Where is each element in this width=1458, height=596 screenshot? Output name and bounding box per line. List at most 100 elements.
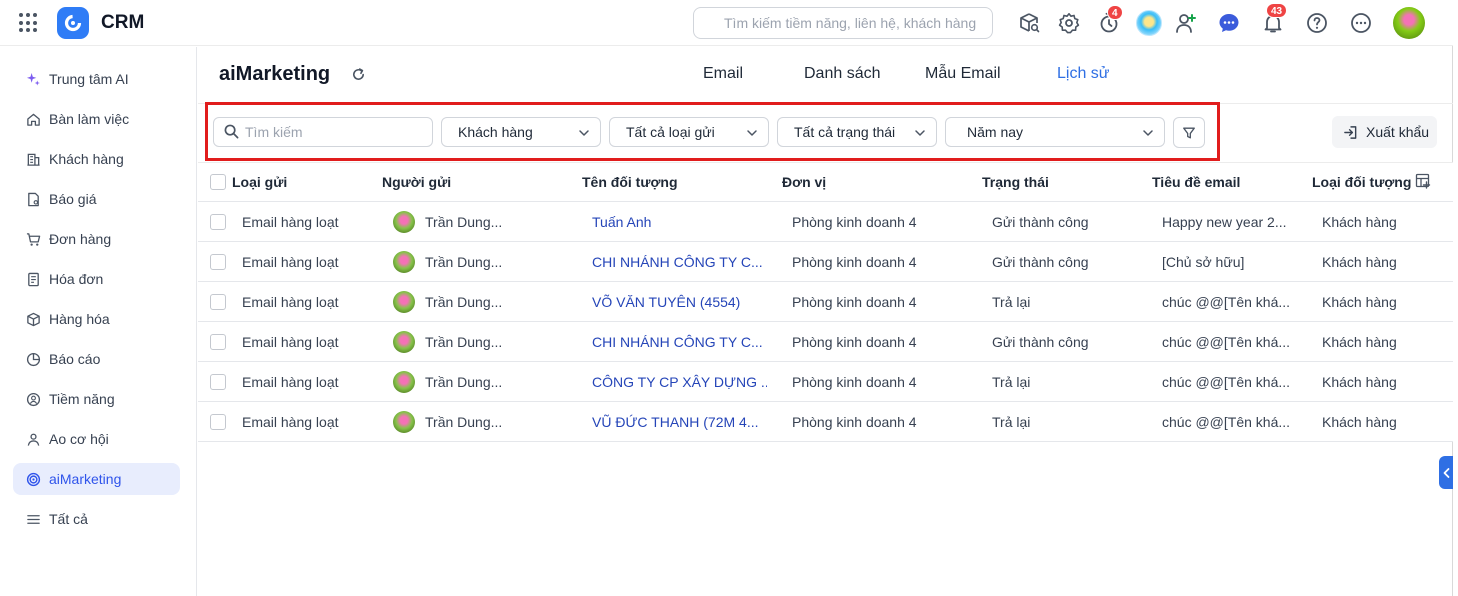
- cell-sender: Trần Dung...: [425, 254, 503, 270]
- collapse-panel-button[interactable]: [1439, 456, 1453, 489]
- filter-search-input[interactable]: [213, 117, 433, 147]
- column-settings-icon[interactable]: [1415, 173, 1431, 189]
- cell-sender: Trần Dung...: [425, 214, 503, 230]
- cell-target-type: Khách hàng: [1322, 414, 1397, 430]
- settings-gear-icon[interactable]: [1057, 11, 1081, 35]
- sidebar-item-products[interactable]: Hàng hóa: [13, 303, 180, 335]
- notification-badge: 43: [1266, 3, 1288, 18]
- table-row[interactable]: Email hàng loạt Trần Dung... CÔNG TY CP XÂ…: [198, 362, 1453, 402]
- chat-bubble-icon[interactable]: [1217, 11, 1241, 35]
- cell-send-type: Email hàng loạt: [242, 374, 339, 390]
- select-all-checkbox[interactable]: [210, 174, 226, 190]
- column-header-subject[interactable]: Tiêu đề email: [1152, 174, 1240, 190]
- cell-sender: Trần Dung...: [425, 334, 503, 350]
- more-options-icon[interactable]: [1349, 11, 1373, 35]
- cell-send-type: Email hàng loạt: [242, 294, 339, 310]
- cell-target[interactable]: Tuấn Anh: [592, 214, 651, 230]
- sidebar-item-workspace[interactable]: Bàn làm việc: [13, 103, 180, 135]
- target-person-icon: [25, 391, 41, 407]
- cell-target[interactable]: CHI NHÁNH CÔNG TY C...: [592, 334, 763, 350]
- package-search-icon[interactable]: [1017, 11, 1041, 35]
- table-row[interactable]: Email hàng loạt Trần Dung... VŨ ĐỨC THANH …: [198, 402, 1453, 442]
- column-header-unit[interactable]: Đơn vị: [782, 174, 826, 190]
- cell-status: Gửi thành công: [992, 334, 1089, 350]
- row-checkbox[interactable]: [210, 374, 226, 390]
- cell-target[interactable]: CÔNG TY CP XÂY DỰNG ...: [592, 374, 767, 390]
- column-header-send-type[interactable]: Loại gửi: [232, 174, 287, 190]
- cell-target-type: Khách hàng: [1322, 254, 1397, 270]
- sidebar-item-label: Trung tâm AI: [49, 71, 129, 87]
- cell-unit: Phòng kinh doanh 4: [792, 214, 917, 230]
- cell-subject: chúc @@[Tên khá...: [1162, 294, 1291, 310]
- cell-unit: Phòng kinh doanh 4: [792, 414, 917, 430]
- table-row[interactable]: Email hàng loạt Trần Dung... CHI NHÁNH CÔN…: [198, 242, 1453, 282]
- table-row[interactable]: Email hàng loạt Trần Dung... VÕ VĂN TUYÊN …: [198, 282, 1453, 322]
- cell-unit: Phòng kinh doanh 4: [792, 294, 917, 310]
- row-checkbox[interactable]: [210, 214, 226, 230]
- column-header-target[interactable]: Tên đối tượng: [582, 174, 678, 190]
- column-header-sender[interactable]: Người gửi: [382, 174, 451, 190]
- global-search-input[interactable]: [693, 7, 993, 39]
- column-header-status[interactable]: Trạng thái: [982, 174, 1049, 190]
- cell-sender: Trần Dung...: [425, 374, 503, 390]
- column-header-target-type[interactable]: Loại đối tượng: [1312, 174, 1411, 190]
- cell-subject: chúc @@[Tên khá...: [1162, 414, 1291, 430]
- tab-email[interactable]: Email: [703, 65, 743, 83]
- sidebar-item-opportunities[interactable]: Ao cơ hội: [13, 423, 180, 455]
- sidebar-item-label: Khách hàng: [49, 151, 124, 167]
- status-dropdown[interactable]: Tất cả trạng thái: [777, 117, 937, 147]
- add-user-icon[interactable]: [1174, 11, 1198, 35]
- sidebar-item-invoices[interactable]: Hóa đơn: [13, 263, 180, 295]
- export-icon: [1343, 125, 1358, 140]
- tab-lists[interactable]: Danh sách: [804, 65, 881, 83]
- customer-type-value: Khách hàng: [458, 124, 533, 140]
- sidebar-item-leads[interactable]: Tiềm năng: [13, 383, 180, 415]
- sidebar-item-label: Báo cáo: [49, 351, 101, 367]
- tab-history[interactable]: Lịch sử: [1057, 65, 1110, 83]
- cell-target-type: Khách hàng: [1322, 334, 1397, 350]
- app-window: CRM 4 43 Trung tâm AI Bàn làm việc Khách…: [0, 0, 1453, 596]
- opportunity-icon: [25, 431, 41, 447]
- cell-send-type: Email hàng loạt: [242, 214, 339, 230]
- send-type-value: Tất cả loại gửi: [626, 124, 715, 140]
- sidebar-item-aimarketing[interactable]: aiMarketing: [13, 463, 180, 495]
- refresh-icon[interactable]: [351, 67, 366, 82]
- sidebar-item-label: Báo giá: [49, 191, 97, 207]
- cell-target[interactable]: VŨ ĐỨC THANH (72M 4...: [592, 414, 759, 430]
- menu-lines-icon: [25, 511, 41, 527]
- user-avatar[interactable]: [1393, 7, 1425, 39]
- sidebar-item-reports[interactable]: Báo cáo: [13, 343, 180, 375]
- cell-target[interactable]: CHI NHÁNH CÔNG TY C...: [592, 254, 763, 270]
- cart-icon: [25, 231, 41, 247]
- sender-avatar: [393, 291, 415, 313]
- customer-type-dropdown[interactable]: Khách hàng: [441, 117, 601, 147]
- send-type-dropdown[interactable]: Tất cả loại gửi: [609, 117, 769, 147]
- row-checkbox[interactable]: [210, 254, 226, 270]
- row-checkbox[interactable]: [210, 334, 226, 350]
- sidebar-item-ai-center[interactable]: Trung tâm AI: [13, 63, 180, 95]
- table-row[interactable]: Email hàng loạt Trần Dung... CHI NHÁNH CÔN…: [198, 322, 1453, 362]
- row-checkbox[interactable]: [210, 294, 226, 310]
- top-bar: CRM 4 43: [0, 0, 1453, 46]
- cell-subject: chúc @@[Tên khá...: [1162, 374, 1291, 390]
- app-grid-icon[interactable]: [19, 13, 39, 33]
- building-icon: [25, 151, 41, 167]
- cell-target[interactable]: VÕ VĂN TUYÊN (4554): [592, 294, 740, 310]
- sidebar-item-label: Hóa đơn: [49, 271, 104, 287]
- row-checkbox[interactable]: [210, 414, 226, 430]
- export-button[interactable]: Xuất khẩu: [1332, 116, 1437, 148]
- cell-send-type: Email hàng loạt: [242, 254, 339, 270]
- help-icon[interactable]: [1305, 11, 1329, 35]
- cell-subject: chúc @@[Tên khá...: [1162, 334, 1291, 350]
- tab-email-templates[interactable]: Mẫu Email: [925, 65, 1001, 83]
- sidebar-item-all[interactable]: Tất cả: [13, 503, 180, 535]
- table-row[interactable]: Email hàng loạt Trần Dung... Tuấn Anh Phòng…: [198, 202, 1453, 242]
- cell-subject: [Chủ sở hữu]: [1162, 254, 1245, 270]
- sidebar-item-quotes[interactable]: Báo giá: [13, 183, 180, 215]
- sidebar-item-customers[interactable]: Khách hàng: [13, 143, 180, 175]
- advanced-filter-button[interactable]: [1173, 117, 1205, 148]
- period-dropdown[interactable]: Năm nay: [945, 117, 1165, 147]
- assistant-avatar[interactable]: [1136, 10, 1162, 36]
- sidebar-item-orders[interactable]: Đơn hàng: [13, 223, 180, 255]
- sidebar-item-label: Bàn làm việc: [49, 111, 130, 127]
